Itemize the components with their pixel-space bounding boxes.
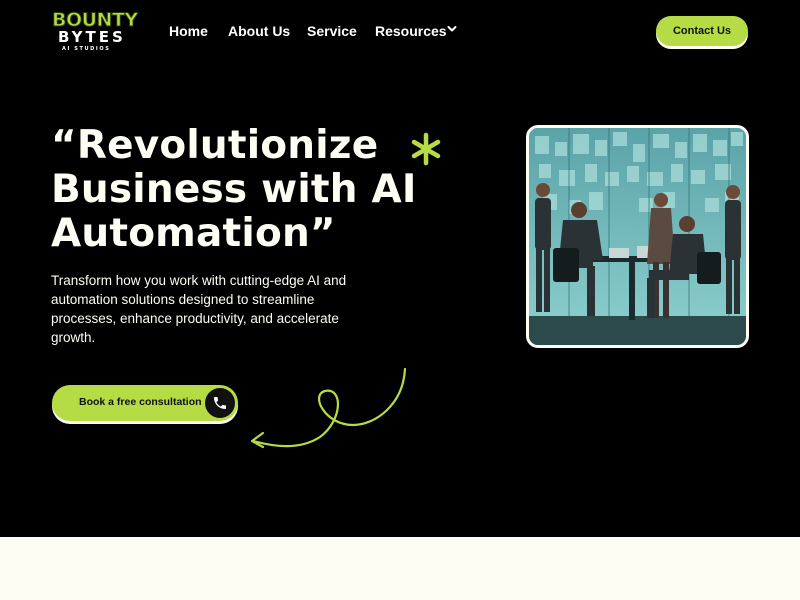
hero-subtext: Transform how you work with cutting-edge… bbox=[51, 273, 347, 345]
next-section bbox=[0, 537, 800, 600]
brand-logo[interactable]: BOUNTY BYTES AI STUDIOS bbox=[52, 9, 139, 53]
business-meeting-illustration bbox=[526, 125, 749, 348]
headline-line3: Automation” bbox=[51, 211, 336, 256]
nav-about-us[interactable]: About Us bbox=[228, 23, 290, 39]
chevron-down-icon[interactable] bbox=[446, 22, 458, 36]
book-consultation-button[interactable]: Book a free consultation bbox=[52, 385, 238, 421]
logo-line3: AI STUDIOS bbox=[62, 46, 111, 52]
curly-arrow-icon bbox=[250, 367, 407, 449]
asterisk-icon bbox=[411, 132, 441, 166]
nav-service[interactable]: Service bbox=[307, 23, 357, 39]
phone-icon bbox=[205, 388, 235, 418]
headline-line2: Business with AI bbox=[51, 167, 417, 212]
nav-home[interactable]: Home bbox=[169, 23, 208, 39]
cta-label: Book a free consultation bbox=[79, 396, 202, 408]
contact-us-button[interactable]: Contact Us bbox=[656, 16, 748, 46]
nav-resources[interactable]: Resources bbox=[375, 23, 447, 39]
logo-line2: BYTES bbox=[58, 28, 126, 46]
